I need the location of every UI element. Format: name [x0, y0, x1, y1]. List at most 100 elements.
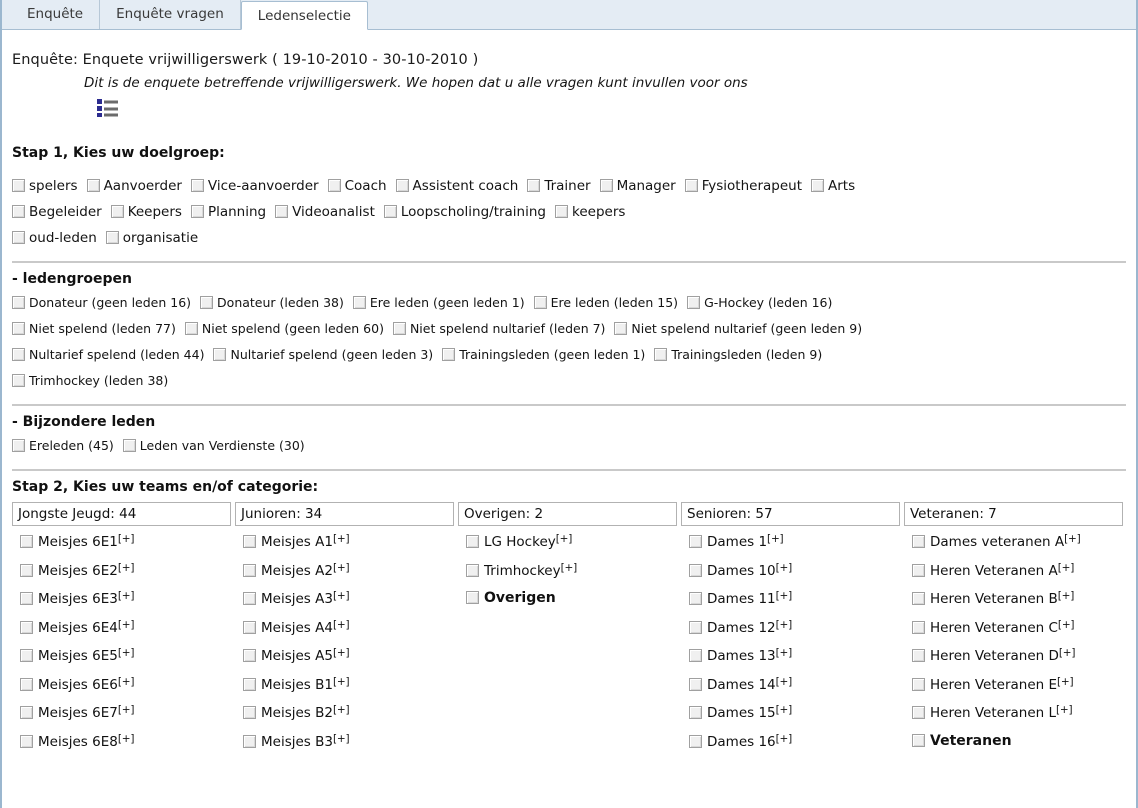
team-checkbox-item[interactable]: Meisjes 6E6[+]	[20, 676, 231, 705]
checkbox-item[interactable]: Ere leden (leden 15)	[533, 296, 687, 310]
checkbox-item[interactable]: Assistent coach	[395, 179, 528, 194]
checkbox[interactable]	[20, 535, 33, 548]
checkbox-item[interactable]: Planning	[190, 205, 275, 220]
checkbox[interactable]	[243, 677, 256, 691]
checkbox[interactable]	[213, 348, 227, 361]
team-checkbox-item[interactable]: Meisjes 6E2[+]	[20, 562, 231, 591]
checkbox[interactable]	[243, 649, 256, 662]
checkbox[interactable]	[122, 439, 136, 452]
checkbox[interactable]	[912, 592, 925, 605]
checkbox[interactable]	[243, 592, 256, 605]
checkbox-item[interactable]: Trainingsleden (leden 9)	[654, 348, 831, 362]
team-checkbox-item[interactable]: Meisjes 6E7[+]	[20, 704, 231, 733]
expand-marker[interactable]: [+]	[118, 733, 135, 745]
team-checkbox-item[interactable]: Meisjes 6E8[+]	[20, 733, 231, 762]
checkbox[interactable]	[12, 322, 25, 335]
team-checkbox-item[interactable]: Dames 1[+]	[689, 533, 900, 562]
checkbox[interactable]	[12, 348, 25, 361]
expand-marker[interactable]: [+]	[118, 619, 135, 631]
checkbox[interactable]	[352, 296, 366, 309]
checkbox-item[interactable]: Trainingsleden (geen leden 1)	[442, 348, 654, 362]
checkbox-item[interactable]: Begeleider	[12, 205, 111, 220]
team-checkbox-item[interactable]: Meisjes 6E3[+]	[20, 590, 231, 619]
checkbox[interactable]	[12, 179, 25, 192]
team-checkbox-item[interactable]: Heren Veteranen D[+]	[912, 647, 1123, 676]
checkbox[interactable]	[555, 205, 568, 218]
checkbox-item[interactable]: Keepers	[110, 205, 191, 220]
expand-marker[interactable]: [+]	[776, 590, 793, 602]
team-checkbox-item[interactable]: Heren Veteranen L[+]	[912, 704, 1123, 733]
expand-marker[interactable]: [+]	[118, 562, 135, 574]
tab-enqu-te-vragen[interactable]: Enquête vragen	[100, 0, 241, 29]
team-checkbox-item[interactable]: Trimhockey[+]	[466, 562, 677, 591]
checkbox[interactable]	[912, 535, 925, 548]
expand-marker[interactable]: [+]	[1058, 590, 1075, 602]
checkbox-item[interactable]: Trainer	[527, 179, 599, 194]
checkbox-item[interactable]: Donateur (geen leden 16)	[12, 296, 200, 310]
team-checkbox-item[interactable]: Heren Veteranen C[+]	[912, 619, 1123, 648]
expand-marker[interactable]: [+]	[118, 704, 135, 716]
checkbox-item[interactable]: Ere leden (geen leden 1)	[352, 296, 534, 310]
team-column-header[interactable]: Jongste Jeugd: 44	[12, 502, 231, 526]
team-column-header[interactable]: Overigen: 2	[458, 502, 677, 526]
expand-marker[interactable]: [+]	[1057, 676, 1074, 688]
expand-marker[interactable]: [+]	[1064, 533, 1081, 545]
checkbox-item[interactable]: Niet spelend (geen leden 60)	[184, 322, 393, 336]
expand-marker[interactable]: [+]	[556, 533, 573, 545]
checkbox[interactable]	[689, 535, 702, 548]
checkbox[interactable]	[527, 179, 541, 192]
checkbox[interactable]	[466, 563, 479, 577]
checkbox[interactable]	[614, 322, 628, 335]
expand-marker[interactable]: [+]	[776, 733, 793, 745]
team-checkbox-item[interactable]: Meisjes 6E4[+]	[20, 619, 231, 648]
checkbox[interactable]	[20, 706, 33, 719]
checkbox[interactable]	[684, 179, 698, 192]
checkbox[interactable]	[12, 231, 25, 244]
tab-enqu-te[interactable]: Enquête	[10, 0, 101, 29]
expand-marker[interactable]: [+]	[333, 533, 350, 545]
checkbox[interactable]	[689, 592, 702, 605]
checkbox-item[interactable]: Fysiotherapeut	[684, 179, 811, 194]
checkbox[interactable]	[12, 296, 25, 309]
checkbox[interactable]	[20, 563, 33, 577]
checkbox[interactable]	[689, 706, 702, 719]
team-checkbox-item[interactable]: Heren Veteranen A[+]	[912, 562, 1123, 591]
expand-marker[interactable]: [+]	[776, 704, 793, 716]
checkbox-item[interactable]: spelers	[12, 179, 87, 194]
tab-ledenselectie[interactable]: Ledenselectie	[240, 1, 368, 30]
checkbox[interactable]	[392, 322, 406, 335]
checkbox[interactable]	[184, 322, 198, 335]
checkbox[interactable]	[811, 179, 825, 192]
team-checkbox-item[interactable]: Dames 15[+]	[689, 704, 900, 733]
team-column-header[interactable]: Veteranen: 7	[904, 502, 1123, 526]
checkbox[interactable]	[12, 205, 25, 218]
checkbox-item[interactable]: organisatie	[105, 231, 207, 246]
checkbox-item[interactable]: Niet spelend nultarief (leden 7)	[392, 322, 614, 336]
team-checkbox-item[interactable]: Meisjes 6E5[+]	[20, 647, 231, 676]
checkbox[interactable]	[110, 205, 124, 218]
expand-marker[interactable]: [+]	[333, 562, 350, 574]
team-checkbox-item[interactable]: Meisjes A1[+]	[243, 533, 454, 562]
checkbox[interactable]	[689, 620, 702, 634]
checkbox[interactable]	[243, 734, 256, 748]
checkbox-item[interactable]: Niet spelend (leden 77)	[12, 322, 185, 336]
team-checkbox-item[interactable]: Meisjes B2[+]	[243, 704, 454, 733]
team-checkbox-item[interactable]: Heren Veteranen E[+]	[912, 676, 1123, 705]
checkbox[interactable]	[689, 649, 702, 662]
checkbox[interactable]	[275, 205, 289, 218]
checkbox[interactable]	[20, 620, 33, 634]
checkbox[interactable]	[912, 563, 925, 577]
team-checkbox-item[interactable]: Meisjes B3[+]	[243, 733, 454, 762]
expand-marker[interactable]: [+]	[118, 647, 135, 659]
checkbox-item[interactable]: Ereleden (45)	[12, 439, 123, 453]
checkbox-item[interactable]: Niet spelend nultarief (geen leden 9)	[614, 322, 871, 336]
checkbox[interactable]	[912, 733, 925, 747]
checkbox[interactable]	[12, 439, 25, 452]
checkbox[interactable]	[599, 179, 613, 192]
checkbox-item[interactable]: Aanvoerder	[86, 179, 191, 194]
checkbox-item[interactable]: Trimhockey (leden 38)	[12, 374, 177, 388]
expand-marker[interactable]: [+]	[1058, 562, 1075, 574]
checkbox[interactable]	[243, 563, 256, 577]
expand-marker[interactable]: [+]	[1058, 619, 1075, 631]
checkbox-item[interactable]: oud-leden	[12, 231, 106, 246]
